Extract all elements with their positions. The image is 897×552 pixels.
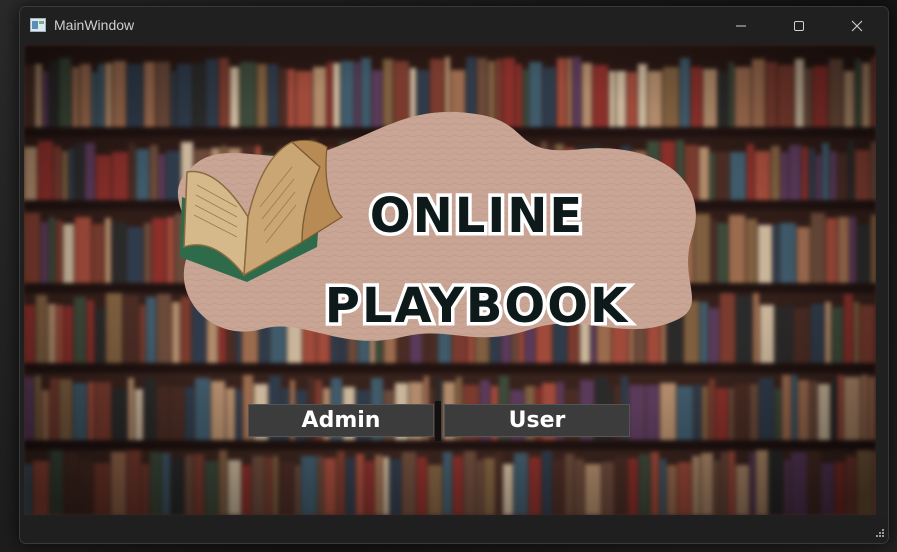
app-window-icon <box>30 18 46 32</box>
logo-title-line1: ONLINE <box>370 188 584 244</box>
window-title: MainWindow <box>54 17 135 33</box>
resize-grip-icon[interactable] <box>874 529 884 539</box>
close-button[interactable] <box>828 7 886 45</box>
title-bar[interactable]: MainWindow <box>20 7 888 45</box>
main-content-area: ONLINE PLAYBOOK Admin User <box>24 45 876 515</box>
role-selection-group: Admin User <box>248 401 632 441</box>
maximize-icon <box>794 21 804 31</box>
logo-title-line2: PLAYBOOK <box>325 278 629 334</box>
user-button[interactable]: User <box>444 404 630 437</box>
admin-button[interactable]: Admin <box>248 404 434 437</box>
minimize-icon <box>736 25 746 27</box>
minimize-button[interactable] <box>712 7 770 45</box>
main-window: MainWindow ONLINE PLAYBOOK Admin User <box>19 6 889 544</box>
maximize-button[interactable] <box>770 7 828 45</box>
close-icon <box>851 20 863 32</box>
button-divider <box>435 401 441 441</box>
online-playbook-logo: ONLINE PLAYBOOK <box>177 111 696 341</box>
status-bar <box>20 517 888 543</box>
